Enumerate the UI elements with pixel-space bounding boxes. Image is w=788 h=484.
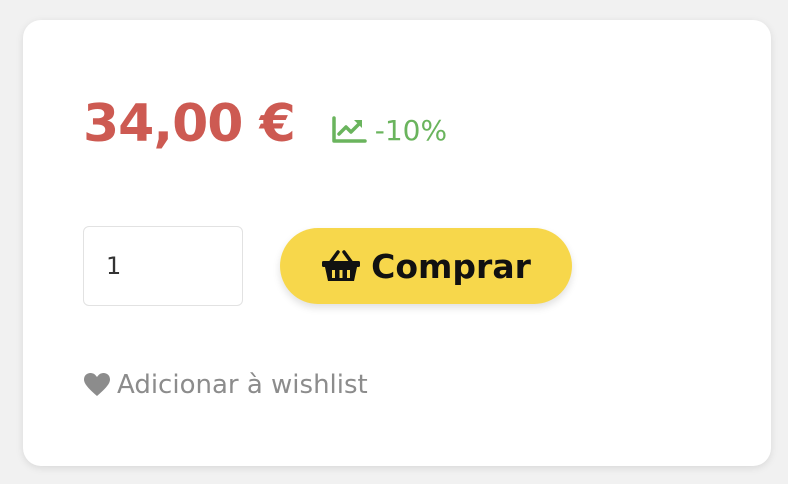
price-row: 34,00 € -10%	[83, 92, 447, 156]
discount-badge: -10%	[331, 114, 447, 147]
add-to-wishlist-link[interactable]: Adicionar à wishlist	[83, 370, 368, 400]
discount-label: -10%	[374, 113, 448, 147]
wishlist-label: Adicionar à wishlist	[117, 370, 368, 400]
price: 34,00 €	[83, 94, 296, 154]
product-purchase-card: 34,00 € -10% Comprar Adicionar à wishlis…	[23, 20, 771, 466]
chart-line-icon	[332, 116, 367, 143]
quantity-input[interactable]	[83, 226, 243, 306]
buy-button-label: Comprar	[371, 246, 531, 286]
basket-icon	[322, 250, 361, 281]
buy-button[interactable]: Comprar	[280, 228, 572, 304]
heart-icon	[84, 373, 110, 396]
